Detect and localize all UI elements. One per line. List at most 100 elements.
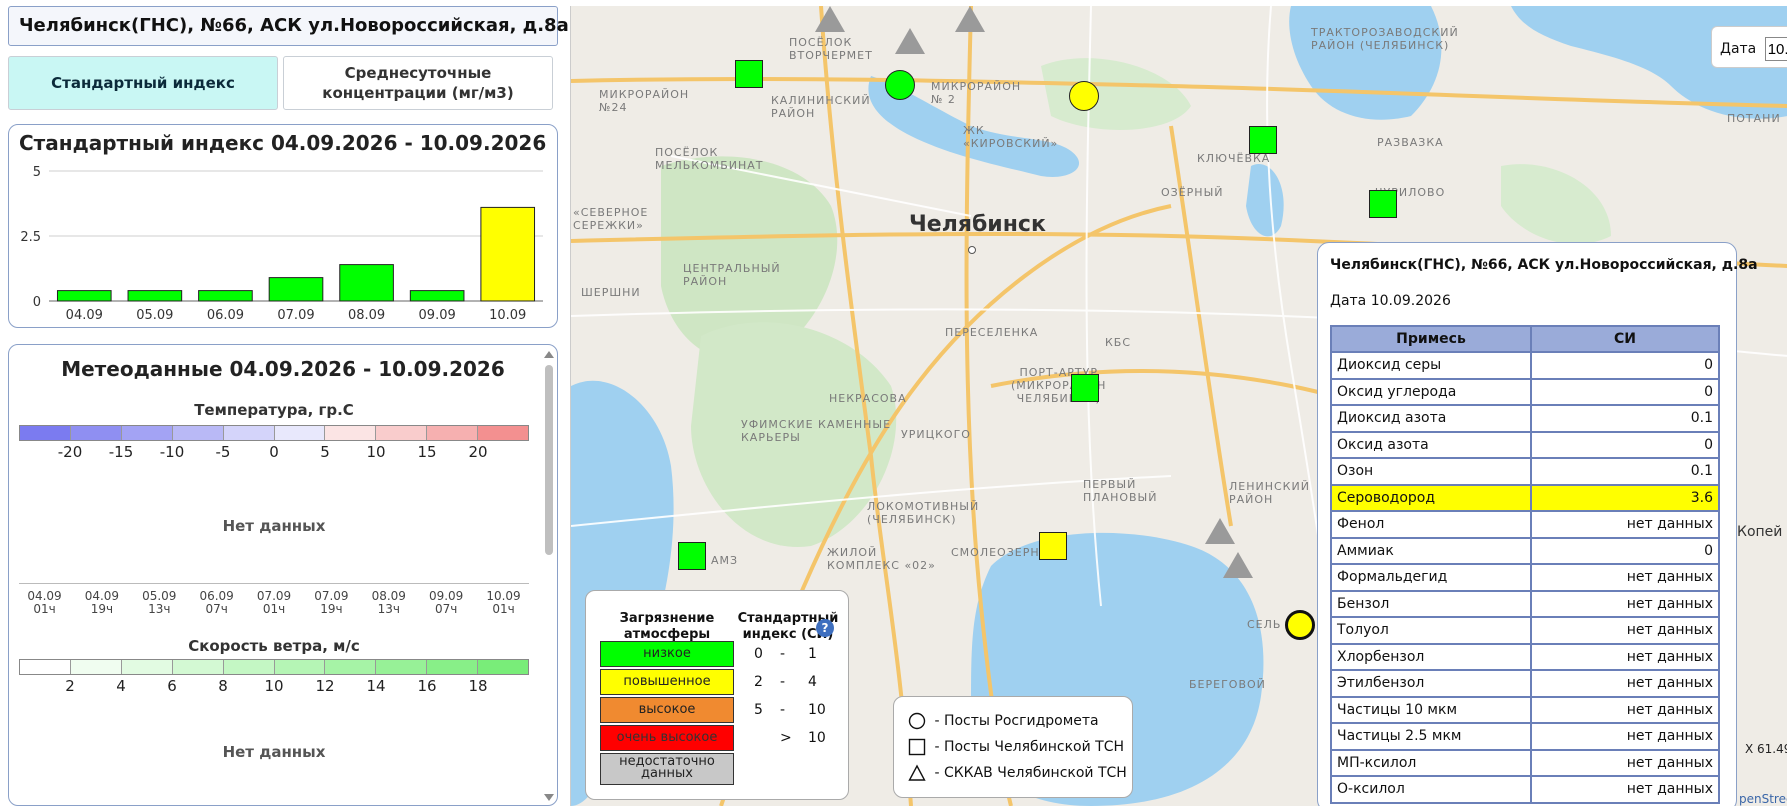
pollutant-index-value: 3.6 <box>1530 483 1720 512</box>
index-header: СИ <box>1530 325 1720 353</box>
scale-tick-label: 8 <box>218 677 228 695</box>
pollutant-index-value: нет данных <box>1530 669 1720 698</box>
y-tick-label: 5 <box>33 165 41 180</box>
station-marker-square[interactable] <box>1071 374 1099 402</box>
time-axis-tick: 07.09 19ч <box>314 590 348 616</box>
meteo-scrollbar[interactable] <box>543 351 555 801</box>
map-attribution[interactable]: penStree <box>1739 792 1787 806</box>
pollutant-table: Примесь СИ Диоксид серы 0 Оксид углерода 0 Д… <box>1330 325 1720 804</box>
legend-range: 2 - 4 <box>734 669 842 695</box>
city-center-dot-icon <box>968 246 976 254</box>
pollutant-index-value: нет данных <box>1530 722 1720 751</box>
symbol-legend-row: - Посты Росгидромета <box>908 711 1099 731</box>
meteo-time-axis: 04.09 01ч 04.09 19ч 05.09 13ч 06.09 07ч 07.09 01ч… <box>19 583 529 617</box>
scale-tick-label: 16 <box>417 677 437 695</box>
scale-tick-label: 20 <box>468 443 488 461</box>
x-tick-label: 06.09 <box>207 308 244 323</box>
tab-daily-concentrations[interactable]: Среднесуточные концентрации (мг/м3) <box>283 56 553 110</box>
index-bar[interactable] <box>268 277 324 302</box>
pollutant-name: Сероводород <box>1330 483 1532 512</box>
pollutant-name: Аммиак <box>1330 536 1532 565</box>
scale-segment <box>478 426 529 440</box>
pollutant-index-value: 0 <box>1530 430 1720 459</box>
symbol-legend-label: - СККАВ Челябинской ТСН <box>934 765 1127 781</box>
scale-tick-label: 15 <box>417 443 437 461</box>
station-marker-triangle[interactable] <box>895 28 925 54</box>
index-bar[interactable] <box>339 264 394 302</box>
map-label: УФИМСКИЕ КАМЕННЫЕ КАРЬЕРЫ <box>741 418 892 444</box>
date-input[interactable] <box>1764 37 1787 61</box>
index-bar[interactable] <box>56 290 112 302</box>
pollutant-row: МП-ксилол нет данных <box>1330 748 1720 777</box>
scale-segment <box>121 426 173 440</box>
map-label: ЛЕНИНСКИЙ РАЙОН <box>1229 480 1310 506</box>
legend-swatch: очень высокое <box>600 725 734 751</box>
station-marker-circle[interactable] <box>1069 81 1099 111</box>
date-picker[interactable]: Дата <box>1711 26 1787 68</box>
legend-range-dash: - <box>780 702 786 718</box>
x-tick-label: 05.09 <box>136 308 173 323</box>
map-label: Копей <box>1737 524 1783 540</box>
station-marker-triangle[interactable] <box>1205 518 1235 544</box>
station-marker-square[interactable] <box>735 60 763 88</box>
pollutant-header: Примесь <box>1330 325 1532 353</box>
station-marker-square[interactable] <box>1249 126 1277 154</box>
tab-standard-index[interactable]: Стандартный индекс <box>8 56 278 110</box>
station-marker-triangle[interactable] <box>815 6 845 32</box>
legend-range-to: 10 <box>808 702 826 718</box>
pollutant-name: Бензол <box>1330 589 1532 618</box>
meteo-panel: Метеоданные 04.09.2026 - 10.09.2026 Темп… <box>8 344 558 806</box>
index-bar[interactable] <box>409 290 465 302</box>
date-label: Дата <box>1720 41 1757 57</box>
tab-bar: Стандартный индекс Среднесуточные концен… <box>8 56 558 110</box>
pollutant-row: Оксид азота 0 <box>1330 430 1720 459</box>
index-bar[interactable] <box>127 290 183 302</box>
pollutant-row: Диоксид серы 0 <box>1330 351 1720 380</box>
station-popup: Челябинск(ГНС), №66, АСК ул.Новороссийск… <box>1317 242 1758 806</box>
x-tick-label: 09.09 <box>419 308 456 323</box>
circle-icon <box>908 712 926 730</box>
pollutant-name: О-ксилол <box>1330 775 1532 804</box>
scale-segment <box>427 426 479 440</box>
scroll-down-arrow-icon[interactable] <box>544 794 554 801</box>
symbol-legend-row: - СККАВ Челябинской ТСН <box>908 763 1127 783</box>
station-marker-square[interactable] <box>1039 532 1067 560</box>
pollutant-name: Фенол <box>1330 510 1532 539</box>
map-label: НЕКРАСОВА <box>829 392 907 405</box>
scale-tick-label: 0 <box>269 443 279 461</box>
pollutant-index-value: 0.1 <box>1530 457 1720 486</box>
pollutant-row: Аммиак 0 <box>1330 536 1720 565</box>
scale-segment <box>376 660 428 674</box>
pollutant-index-value: нет данных <box>1530 589 1720 618</box>
scrollbar-thumb[interactable] <box>545 365 553 555</box>
station-marker-square[interactable] <box>678 542 706 570</box>
scale-segment <box>325 426 377 440</box>
map-view[interactable]: ПОСЁЛОК ВТОРЧЕРМЕТ МИКРОРАЙОН №24 КАЛИНИНС… <box>570 6 1787 806</box>
station-marker-circle[interactable] <box>885 70 915 100</box>
pollutant-index-value: нет данных <box>1530 510 1720 539</box>
station-marker-circle-selected[interactable] <box>1285 610 1315 640</box>
pollutant-index-value: 0 <box>1530 536 1720 565</box>
map-label: ЦЕНТРАЛЬНЫЙ РАЙОН <box>683 262 781 288</box>
square-icon <box>908 738 926 756</box>
legend-range: >10 <box>734 725 842 751</box>
index-bar[interactable] <box>480 206 536 302</box>
symbol-legend: - Посты Росгидромета - Посты Челябинской… <box>893 696 1133 798</box>
map-label: ПЕРВЫЙ ПЛАНОВЫЙ <box>1083 478 1158 504</box>
map-label: ПОСЁЛОК МЕЛЬКОМБИНАТ <box>655 146 764 172</box>
index-bar[interactable] <box>198 290 253 302</box>
scroll-up-arrow-icon[interactable] <box>544 351 554 358</box>
station-marker-square[interactable] <box>1369 190 1397 218</box>
station-marker-triangle[interactable] <box>955 6 985 32</box>
legend-range-dash: - <box>780 674 786 690</box>
y-tick-label: 2.5 <box>20 230 41 245</box>
map-label: АМЗ <box>711 554 739 567</box>
pollutant-index-value: нет данных <box>1530 748 1720 777</box>
time-axis-tick: 06.09 07ч <box>199 590 233 616</box>
scale-tick-label: 18 <box>468 677 488 695</box>
help-icon[interactable]: ? <box>816 619 834 637</box>
index-chart-panel: Стандартный индекс 04.09.2026 - 10.09.20… <box>8 124 558 328</box>
pollutant-index-value: нет данных <box>1530 563 1720 592</box>
legend-range-from: 2 <box>754 674 763 690</box>
station-marker-triangle[interactable] <box>1223 552 1253 578</box>
